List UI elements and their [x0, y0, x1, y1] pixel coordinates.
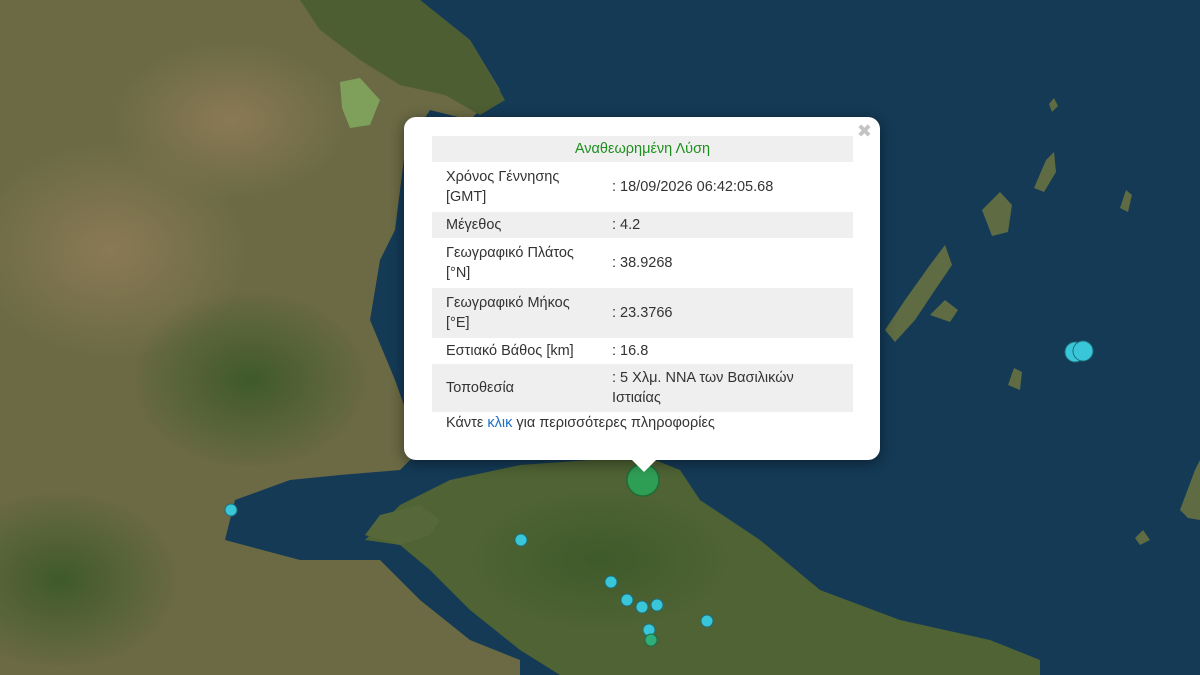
info-label: Μέγεθος — [432, 212, 608, 238]
info-row: Χρόνος Γέννησης [GMT] : 18/09/2026 06:42… — [432, 162, 853, 212]
more-info-suffix: για περισσότερες πληροφορίες — [512, 415, 715, 431]
info-table: Αναθεωρημένη Λύση Χρόνος Γέννησης [GMT] … — [432, 136, 853, 412]
earthquake-marker[interactable] — [1072, 340, 1094, 362]
earthquake-marker[interactable] — [650, 598, 664, 612]
info-row: Γεωγραφικό Πλάτος [°N] : 38.9268 — [432, 238, 853, 288]
info-row: Τοποθεσία : 5 Χλμ. ΝΝΑ των Βασιλικών Ιστ… — [432, 364, 853, 412]
info-value: : 38.9268 — [612, 255, 673, 271]
info-label: Γεωγραφικό Μήκος [°E] — [432, 288, 608, 338]
close-icon[interactable]: ✖ — [857, 123, 872, 141]
terrain-patch — [130, 290, 370, 470]
popup-tip — [630, 458, 658, 472]
earthquake-marker[interactable] — [700, 614, 714, 628]
info-value: : 23.3766 — [608, 288, 853, 338]
terrain-patch — [110, 40, 350, 200]
more-info-prefix: Κάντε — [446, 415, 488, 431]
info-row: Μέγεθος : 4.2 — [432, 212, 853, 238]
info-value: : 18/09/2026 06:42:05.68 — [612, 179, 774, 195]
info-value: : 16.8 — [612, 343, 649, 359]
earthquake-marker[interactable] — [514, 533, 528, 547]
earthquake-marker[interactable] — [635, 600, 649, 614]
popup-header: Αναθεωρημένη Λύση — [432, 136, 853, 162]
earthquake-marker[interactable] — [620, 593, 634, 607]
info-row: Γεωγραφικό Μήκος [°E] : 23.3766 — [432, 288, 853, 338]
earthquake-marker[interactable] — [644, 633, 658, 647]
info-label: Εστιακό Βάθος [km] — [446, 343, 574, 359]
info-value: : 5 Χλμ. ΝΝΑ των Βασιλικών Ιστιαίας — [608, 364, 853, 412]
terrain-patch — [470, 490, 730, 630]
info-label: Γεωγραφικό Πλάτος [°N] — [446, 245, 574, 281]
info-label: Τοποθεσία — [432, 364, 608, 412]
earthquake-marker[interactable] — [604, 575, 618, 589]
earthquake-info-popup: ✖ Αναθεωρημένη Λύση Χρόνος Γέννησης [GMT… — [404, 117, 880, 460]
earthquake-marker[interactable] — [224, 503, 238, 517]
more-info-link[interactable]: κλικ — [487, 415, 512, 431]
more-info-line: Κάντε κλικ για περισσότερες πληροφορίες — [446, 415, 715, 431]
info-header-row: Αναθεωρημένη Λύση — [432, 136, 853, 162]
info-label: Χρόνος Γέννησης [GMT] — [446, 169, 560, 205]
info-row: Εστιακό Βάθος [km] : 16.8 — [432, 338, 853, 364]
info-value: : 4.2 — [608, 212, 853, 238]
